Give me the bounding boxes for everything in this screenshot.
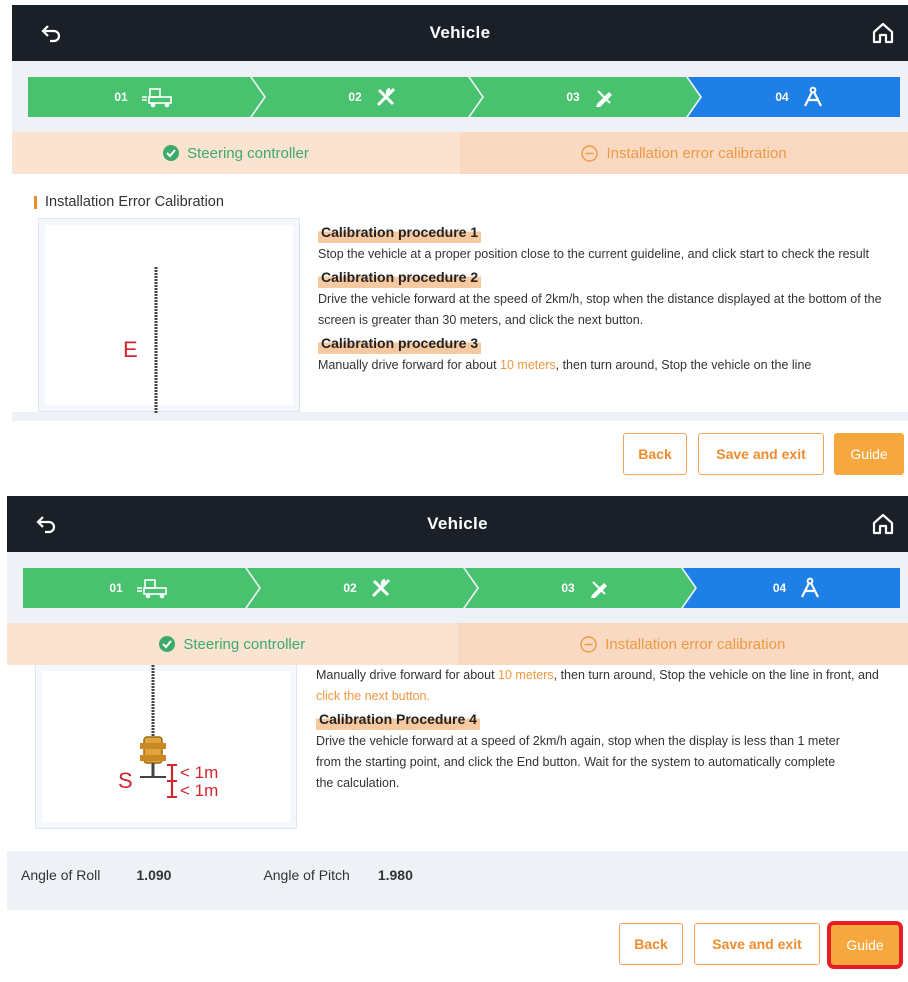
calibration-diagram: S < 1m < 1m bbox=[35, 665, 297, 829]
footer-actions: Back Save and exit Guide bbox=[12, 421, 908, 483]
step-03[interactable]: 03 bbox=[482, 77, 700, 117]
step-03[interactable]: 03 bbox=[477, 568, 695, 608]
tab-label: Steering controller bbox=[187, 144, 309, 162]
guideline-diagram: E bbox=[123, 267, 158, 413]
save-and-exit-button[interactable]: Save and exit bbox=[698, 433, 824, 475]
check-circle-icon bbox=[163, 145, 180, 161]
home-icon[interactable] bbox=[870, 20, 896, 46]
vehicle-icon bbox=[141, 88, 172, 108]
procedure-4-text: Drive the vehicle forward at a speed of … bbox=[316, 734, 840, 790]
save-and-exit-button[interactable]: Save and exit bbox=[694, 923, 820, 965]
section-marker bbox=[34, 195, 37, 209]
tab-installation-error-calibration[interactable]: Installation error calibration bbox=[457, 623, 908, 665]
step-progress: 01 02 03 04 bbox=[28, 77, 900, 117]
title-bar: Vehicle bbox=[7, 496, 908, 552]
end-label: E bbox=[123, 337, 138, 362]
minus-circle-icon bbox=[580, 635, 597, 653]
start-label: S bbox=[118, 768, 133, 793]
step-01[interactable]: 01 bbox=[28, 77, 260, 117]
step-04[interactable]: 04 bbox=[695, 568, 900, 608]
procedure-list: Calibration procedure 1 Stop the vehicle… bbox=[318, 220, 888, 376]
minus-circle-icon bbox=[581, 144, 599, 162]
title-bar: Vehicle bbox=[12, 5, 908, 61]
back-button[interactable]: Back bbox=[619, 923, 683, 965]
guideline-diagram: S < 1m < 1m bbox=[118, 665, 218, 800]
calibration-diagram: E bbox=[38, 218, 300, 413]
step-02[interactable]: 02 bbox=[264, 77, 482, 117]
step-progress: 01 02 03 04 bbox=[23, 568, 900, 608]
distance-label-1: < 1m bbox=[180, 763, 218, 782]
guide-button[interactable]: Guide bbox=[827, 921, 903, 969]
roll-value: 1.090 bbox=[136, 867, 172, 883]
procedure-3-text: Manually drive forward for about 10 mete… bbox=[316, 668, 879, 703]
distance-label-2: < 1m bbox=[180, 781, 218, 800]
procedure-list: Manually drive forward for about 10 mete… bbox=[316, 665, 886, 794]
procedure-3-title: Calibration procedure 3 bbox=[318, 333, 482, 354]
pitch-label: Angle of Pitch bbox=[263, 867, 350, 883]
step-01[interactable]: 01 bbox=[23, 568, 255, 608]
back-arrow-icon[interactable] bbox=[35, 514, 57, 534]
back-button[interactable]: Back bbox=[623, 433, 687, 475]
procedure-1-text: Stop the vehicle at a proper position cl… bbox=[318, 247, 870, 261]
section-title: Installation Error Calibration bbox=[12, 194, 224, 210]
tools-icon bbox=[371, 578, 390, 598]
page-title: Vehicle bbox=[427, 514, 488, 533]
screenshot-panel-1: Vehicle 01 02 03 04 Steering controller … bbox=[12, 5, 908, 483]
calibrate-pencil-icon bbox=[595, 90, 612, 107]
angle-readout: Angle of Roll 1.090 Angle of Pitch 1.980 bbox=[7, 851, 908, 899]
procedure-2-title: Calibration procedure 2 bbox=[318, 267, 482, 288]
compass-icon bbox=[801, 577, 820, 598]
home-icon[interactable] bbox=[870, 511, 896, 537]
step-02[interactable]: 02 bbox=[259, 568, 477, 608]
tab-steering-controller[interactable]: Steering controller bbox=[12, 132, 460, 174]
step-04[interactable]: 04 bbox=[700, 77, 900, 117]
tab-steering-controller[interactable]: Steering controller bbox=[7, 623, 458, 665]
footer-actions: Back Save and exit Guide bbox=[7, 910, 908, 978]
procedure-1-title: Calibration procedure 1 bbox=[318, 222, 482, 243]
procedure-3-text: Manually drive forward for about 10 mete… bbox=[318, 358, 812, 372]
tab-installation-error-calibration[interactable]: Installation error calibration bbox=[460, 132, 908, 174]
tab-label: Installation error calibration bbox=[606, 144, 787, 162]
procedure-4-title: Calibration Procedure 4 bbox=[316, 709, 480, 730]
tab-label: Steering controller bbox=[183, 635, 306, 653]
calibrate-pencil-icon bbox=[590, 581, 607, 598]
pitch-value: 1.980 bbox=[377, 867, 413, 883]
check-circle-icon bbox=[159, 636, 176, 652]
tab-bar: Steering controller Installation error c… bbox=[7, 623, 908, 665]
roll-label: Angle of Roll bbox=[21, 867, 101, 883]
back-arrow-icon[interactable] bbox=[40, 23, 62, 43]
calibration-content: S < 1m < 1m Manually drive forward for a… bbox=[7, 665, 908, 855]
calibration-content: Installation Error Calibration E Calibra… bbox=[12, 174, 908, 413]
tab-bar: Steering controller Installation error c… bbox=[12, 132, 908, 174]
procedure-2-text: Drive the vehicle forward at the speed o… bbox=[318, 292, 882, 327]
guide-button[interactable]: Guide bbox=[834, 433, 904, 475]
tools-icon bbox=[376, 87, 395, 107]
compass-icon bbox=[803, 86, 822, 107]
screenshot-panel-2: Vehicle 01 02 03 04 Steering controller … bbox=[7, 496, 908, 978]
vehicle-icon bbox=[136, 579, 167, 599]
page-title: Vehicle bbox=[429, 23, 491, 42]
tab-label: Installation error calibration bbox=[605, 635, 786, 653]
